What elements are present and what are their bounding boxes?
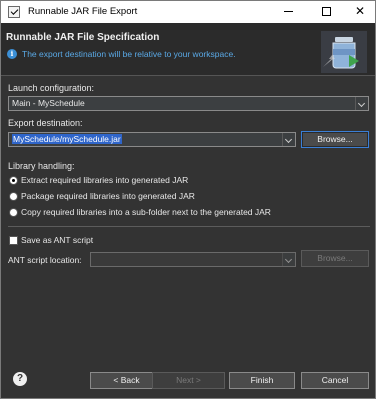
wizard-header: Runnable JAR File Specification i The ex…	[1, 23, 375, 75]
minimize-icon	[283, 10, 293, 12]
section-divider	[8, 226, 370, 227]
help-icon[interactable]: ?	[13, 372, 27, 386]
close-icon: ✕	[354, 4, 366, 18]
export-browse-button[interactable]: Browse...	[301, 131, 369, 148]
chevron-down-icon	[282, 253, 295, 266]
close-button[interactable]: ✕	[345, 1, 375, 23]
export-destination-label: Export destination:	[8, 118, 83, 128]
jar-export-icon	[321, 31, 367, 73]
header-message: The export destination will be relative …	[22, 49, 236, 59]
next-button[interactable]: Next >	[152, 372, 225, 389]
radio-label: Extract required libraries into generate…	[21, 175, 189, 185]
minimize-button[interactable]	[273, 1, 303, 23]
library-handling-label: Library handling:	[8, 161, 75, 171]
window-title: Runnable JAR File Export	[28, 6, 138, 17]
save-ant-script-checkbox[interactable]	[9, 236, 18, 245]
radio-button[interactable]	[9, 176, 18, 185]
chevron-down-icon	[282, 133, 295, 146]
finish-button[interactable]: Finish	[229, 372, 295, 389]
dialog-window: Runnable JAR File Export ✕ Runnable JAR …	[0, 0, 376, 399]
title-bar[interactable]: Runnable JAR File Export ✕	[1, 1, 375, 23]
export-destination-combo[interactable]: MySchedule/mySchedule.jar	[8, 132, 296, 147]
maximize-icon	[321, 6, 331, 16]
info-icon: i	[7, 49, 17, 59]
ant-script-location-label: ANT script location:	[8, 255, 82, 265]
page-title: Runnable JAR File Specification	[6, 32, 160, 43]
radio-label: Package required libraries into generate…	[21, 191, 195, 201]
launch-configuration-select[interactable]: Main - MySchedule	[8, 96, 369, 111]
launch-configuration-label: Launch configuration:	[8, 83, 95, 93]
export-destination-value: MySchedule/mySchedule.jar	[12, 134, 122, 144]
launch-configuration-value: Main - MySchedule	[12, 98, 85, 108]
maximize-button[interactable]	[311, 1, 341, 23]
radio-button[interactable]	[9, 208, 18, 217]
ant-script-location-combo[interactable]	[90, 252, 296, 267]
ant-browse-button[interactable]: Browse...	[301, 250, 369, 267]
header-separator	[1, 75, 375, 76]
chevron-down-icon	[355, 97, 368, 110]
radio-button[interactable]	[9, 192, 18, 201]
app-icon	[8, 6, 20, 18]
cancel-button[interactable]: Cancel	[301, 372, 369, 389]
radio-label: Copy required libraries into a sub-folde…	[21, 207, 271, 217]
save-ant-script-label: Save as ANT script	[21, 235, 94, 245]
